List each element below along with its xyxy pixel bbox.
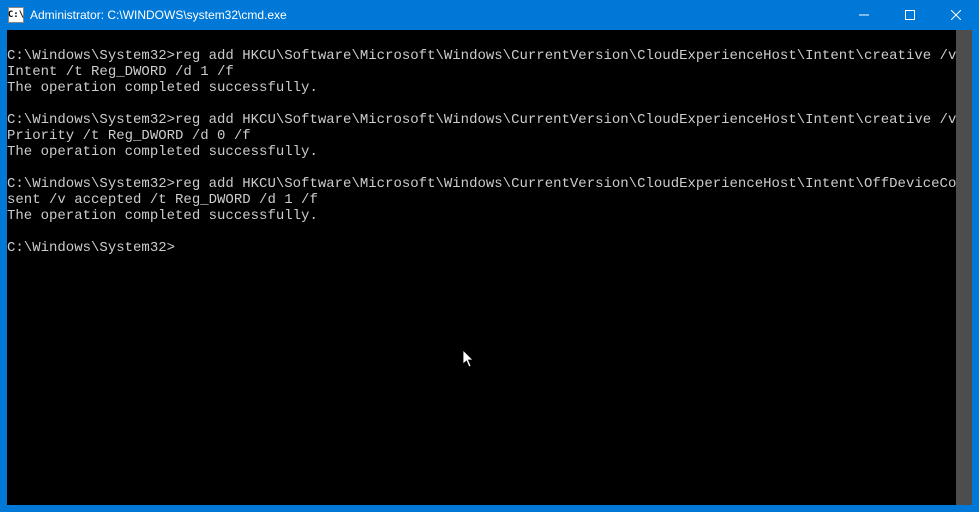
window-controls	[841, 0, 979, 30]
terminal[interactable]: C:\Windows\System32>reg add HKCU\Softwar…	[7, 30, 972, 505]
scrollbar-thumb[interactable]	[956, 30, 972, 505]
scrollbar-track[interactable]	[956, 30, 972, 505]
cmd-icon: C:\	[8, 7, 24, 23]
minimize-button[interactable]	[841, 0, 887, 30]
titlebar[interactable]: C:\ Administrator: C:\WINDOWS\system32\c…	[0, 0, 979, 30]
terminal-container: C:\Windows\System32>reg add HKCU\Softwar…	[7, 30, 972, 505]
window-title: Administrator: C:\WINDOWS\system32\cmd.e…	[30, 8, 841, 22]
close-button[interactable]	[933, 0, 979, 30]
maximize-button[interactable]	[887, 0, 933, 30]
